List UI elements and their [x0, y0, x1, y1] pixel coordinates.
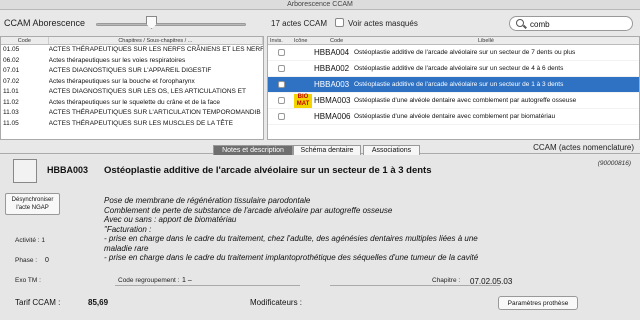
hide-act-checkbox[interactable] [278, 81, 285, 88]
exo-tm-label: Exo TM : [15, 277, 41, 284]
column-header-label[interactable]: Libellé [478, 37, 494, 45]
act-label-cell: Ostéoplastie d'une alvéole dentaire avec… [354, 97, 577, 104]
table-row[interactable]: 11.05 ACTES THÉRAPEUTIQUES SUR LES MUSCLE… [1, 119, 263, 130]
act-row[interactable]: HBBA003 Ostéoplastie additive de l'arcade… [268, 77, 639, 93]
chapitre-underline [330, 285, 500, 286]
table-row[interactable]: 07.02 Actes thérapeutiques sur la bouche … [1, 77, 263, 88]
chapter-label: ACTES DIAGNOSTIQUES SUR LES OS, LES ARTI… [48, 88, 246, 95]
desync-ngap-button-line2: l'acte NGAP [16, 205, 49, 211]
prosthesis-settings-button[interactable]: Paramètres prothèse [498, 296, 578, 310]
nomenclature-label: CCAM (actes nomenclature) [533, 143, 634, 152]
biomaterial-icon: BIO MAT [294, 94, 312, 108]
chapter-code: 01.05 [3, 46, 20, 53]
chapitre-label: Chapitre : [432, 277, 461, 284]
description-line: - prise en charge dans le cadre du trait… [104, 253, 479, 262]
phase-value: 0 [45, 257, 49, 264]
description-line: Comblement de perte de substance de l'ar… [104, 205, 393, 215]
tab-bar: Notes et description Schéma dentaire Ass… [0, 140, 640, 156]
search-input[interactable]: comb [530, 20, 550, 29]
chapter-code: 07.01 [3, 67, 20, 74]
act-reference: (90000816) [597, 160, 631, 167]
table-row[interactable]: 11.03 ACTES THÉRAPEUTIQUES SUR L'ARTICULA… [1, 108, 263, 119]
act-label-cell: Ostéoplastie additive de l'arcade alvéol… [354, 65, 564, 72]
act-label-cell: Ostéoplastie d'une alvéole dentaire avec… [354, 113, 556, 120]
tarif-label: Tarif CCAM : [15, 298, 61, 307]
search-field[interactable]: comb [509, 16, 633, 31]
table-row[interactable]: 01.05 ACTES THÉRAPEUTIQUES SUR LES NERFS … [1, 45, 263, 56]
chapter-code: 06.02 [3, 56, 20, 64]
chapter-code: 11.02 [3, 98, 19, 106]
regroupement-value: 1 – [182, 277, 192, 284]
act-image-placeholder [13, 159, 37, 183]
description-line: Pose de membrane de régénération tissula… [104, 196, 311, 205]
desync-ngap-button[interactable]: Désynchroniser l'acte NGAP [5, 193, 60, 215]
hide-act-checkbox[interactable] [278, 97, 285, 104]
act-row[interactable]: HBBA004 Ostéoplastie additive de l'arcade… [268, 45, 639, 61]
desync-ngap-button-line1: Désynchroniser [11, 197, 54, 203]
act-label-cell: Ostéoplastie additive de l'arcade alvéol… [354, 49, 576, 56]
hide-act-checkbox[interactable] [278, 65, 285, 72]
zoom-slider-track[interactable] [96, 23, 246, 26]
act-description: Pose de membrane de régénération tissula… [104, 196, 534, 263]
act-title: Ostéoplastie additive de l'arcade alvéol… [104, 165, 432, 176]
chapter-table-header: Code Chapitres / Sous-chapitres / ... [1, 37, 263, 45]
table-row[interactable]: 11.02 Actes thérapeutiques sur le squelet… [1, 98, 263, 109]
column-header-code[interactable]: Code [1, 37, 49, 44]
act-code: HBBA003 [47, 165, 89, 175]
chapter-label: ACTES DIAGNOSTIQUES SUR L'APPAREIL DIGES… [48, 67, 212, 74]
chapter-label: ACTES THÉRAPEUTIQUES SUR LES MUSCLES DE … [48, 119, 233, 127]
act-code-cell: HBBA003 [314, 80, 350, 89]
act-code-cell: HBBA002 [314, 64, 350, 73]
acts-table[interactable]: Invis. Icône Code Libellé HBBA004 Ostéopl… [267, 36, 640, 140]
act-code-cell: HBMA003 [314, 96, 351, 105]
act-detail-panel: HBBA003 Ostéoplastie additive de l'arcad… [0, 155, 640, 320]
show-masked-label[interactable]: Voir actes masqués [348, 19, 418, 28]
chapter-label: Actes thérapeutiques sur la bouche et l'… [48, 77, 195, 85]
table-row[interactable]: 07.01 ACTES DIAGNOSTIQUES SUR L'APPAREIL … [1, 66, 263, 77]
chapter-table[interactable]: Code Chapitres / Sous-chapitres / ... 01… [0, 36, 264, 140]
chapter-code: 11.05 [3, 119, 19, 127]
column-header-invis[interactable]: Invis. [270, 37, 283, 45]
act-label-cell: Ostéoplastie additive de l'arcade alvéol… [354, 81, 564, 88]
acts-count: 17 actes CCAM [271, 19, 328, 28]
chapter-label: Actes thérapeutiques sur les voies respi… [48, 56, 186, 64]
biomat-text: MAT [296, 101, 310, 107]
column-header-chapter[interactable]: Chapitres / Sous-chapitres / ... [49, 37, 263, 44]
acts-table-header: Invis. Icône Code Libellé [268, 37, 639, 45]
biomat-text: BIO [297, 94, 309, 100]
chapter-code: 11.03 [3, 109, 19, 116]
table-row[interactable]: 06.02 Actes thérapeutiques sur les voies … [1, 56, 263, 67]
description-line: - prise en charge dans le cadre du trait… [104, 234, 478, 243]
act-code-cell: HBMA006 [314, 112, 351, 121]
zoom-slider-knob[interactable] [146, 16, 157, 29]
description-line: Avec ou sans : apport de biomatériau [104, 215, 237, 224]
chapter-label: ACTES THÉRAPEUTIQUES SUR LES NERFS CRÂNI… [48, 46, 263, 53]
activity-label: Activité : 1 [15, 237, 45, 244]
act-row[interactable]: BIO MAT HBMA003 Ostéoplastie d'une alvéole … [268, 93, 639, 109]
window-title: Arborescence CCAM [0, 0, 640, 10]
search-icon [516, 19, 524, 27]
regroupement-underline [115, 285, 300, 286]
toolbar: CCAM Aborescence 17 actes CCAM Voir acte… [0, 11, 640, 35]
chapter-code: 11.01 [3, 88, 19, 95]
description-line: maladie rare [104, 243, 149, 253]
regroupement-label: Code regroupement : [118, 277, 180, 284]
table-row[interactable]: 11.01 ACTES DIAGNOSTIQUES SUR LES OS, LES… [1, 87, 263, 98]
chapter-label: ACTES THÉRAPEUTIQUES SUR L'ARTICULATION … [48, 109, 261, 116]
chapter-label: Actes thérapeutiques sur le squelette du… [48, 98, 220, 106]
phase-label: Phase : [15, 257, 38, 264]
app-title: CCAM Aborescence [4, 18, 86, 28]
hide-act-checkbox[interactable] [278, 49, 285, 56]
act-row[interactable]: HBBA002 Ostéoplastie additive de l'arcade… [268, 61, 639, 77]
tarif-value: 85,69 [88, 298, 109, 307]
show-masked-checkbox[interactable] [335, 18, 344, 27]
column-header-code[interactable]: Code [330, 37, 343, 45]
chapter-code: 07.02 [3, 77, 20, 85]
modifiers-label: Modificateurs : [250, 298, 303, 307]
act-row[interactable]: HBMA006 Ostéoplastie d'une alvéole dentai… [268, 109, 639, 125]
act-code-cell: HBBA004 [314, 48, 350, 57]
description-line: "Facturation : [104, 224, 152, 234]
column-header-icon[interactable]: Icône [294, 37, 307, 45]
hide-act-checkbox[interactable] [278, 113, 285, 120]
